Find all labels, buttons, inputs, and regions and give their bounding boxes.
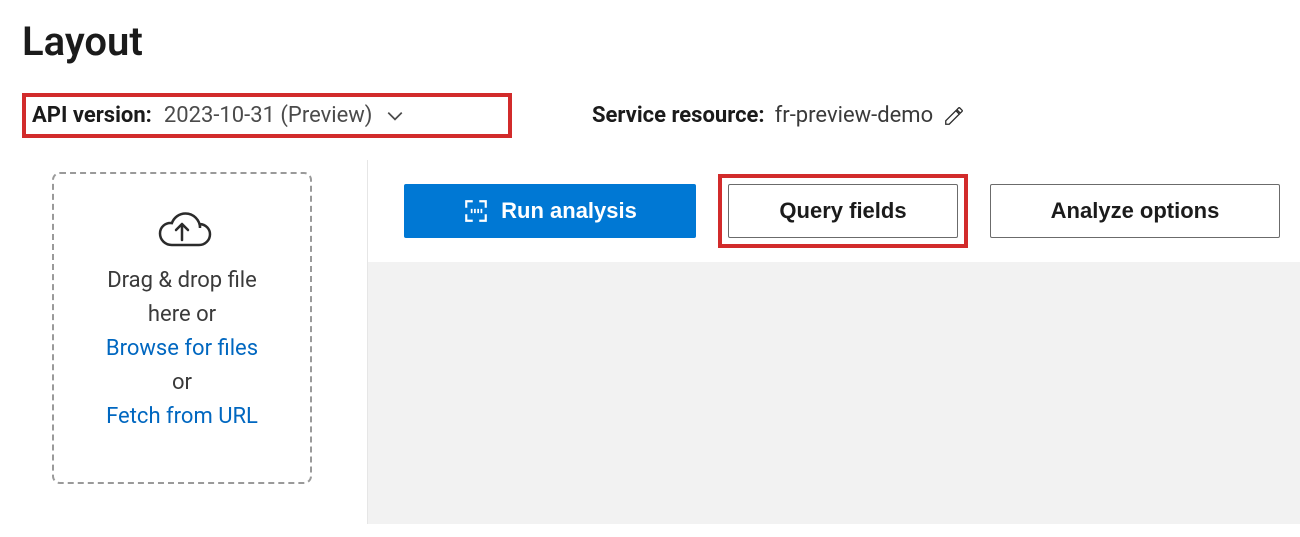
- query-fields-button[interactable]: Query fields: [728, 184, 958, 238]
- drop-text-line1b: here or: [148, 298, 216, 332]
- file-drop-zone[interactable]: Drag & drop file here or Browse for file…: [52, 172, 312, 484]
- api-version-text: 2023-10-31 (Preview): [164, 103, 373, 128]
- content-row: Drag & drop file here or Browse for file…: [22, 160, 1300, 524]
- document-canvas[interactable]: [368, 262, 1300, 524]
- api-version-label: API version:: [32, 103, 152, 128]
- left-panel: Drag & drop file here or Browse for file…: [22, 160, 367, 484]
- api-version-selector[interactable]: API version: 2023-10-31 (Preview): [22, 93, 512, 138]
- toolbar: Run analysis Query fields Analyze option…: [368, 160, 1300, 262]
- api-version-value[interactable]: 2023-10-31 (Preview): [164, 103, 405, 128]
- service-resource-label: Service resource:: [592, 103, 765, 128]
- browse-files-link[interactable]: Browse for files: [106, 332, 258, 366]
- service-resource-group: Service resource: fr-preview-demo: [592, 103, 965, 128]
- chevron-down-icon: [386, 107, 404, 125]
- analyze-options-button[interactable]: Analyze options: [990, 184, 1280, 238]
- run-analysis-label: Run analysis: [501, 198, 637, 224]
- edit-icon[interactable]: [943, 105, 965, 127]
- analyze-options-label: Analyze options: [1051, 198, 1220, 224]
- cloud-upload-icon: [150, 198, 214, 250]
- right-panel: Run analysis Query fields Analyze option…: [367, 160, 1300, 524]
- drop-text-line1a: Drag & drop file: [107, 264, 257, 298]
- meta-row: API version: 2023-10-31 (Preview) Servic…: [22, 93, 1300, 138]
- run-analysis-button[interactable]: Run analysis: [404, 184, 696, 238]
- fetch-from-url-link[interactable]: Fetch from URL: [106, 400, 258, 434]
- query-fields-label: Query fields: [779, 198, 906, 224]
- query-fields-highlight: Query fields: [718, 174, 968, 248]
- service-resource-value: fr-preview-demo: [775, 103, 934, 128]
- page-title: Layout: [22, 18, 1300, 65]
- scan-icon: [463, 198, 489, 224]
- drop-text-or: or: [172, 366, 192, 400]
